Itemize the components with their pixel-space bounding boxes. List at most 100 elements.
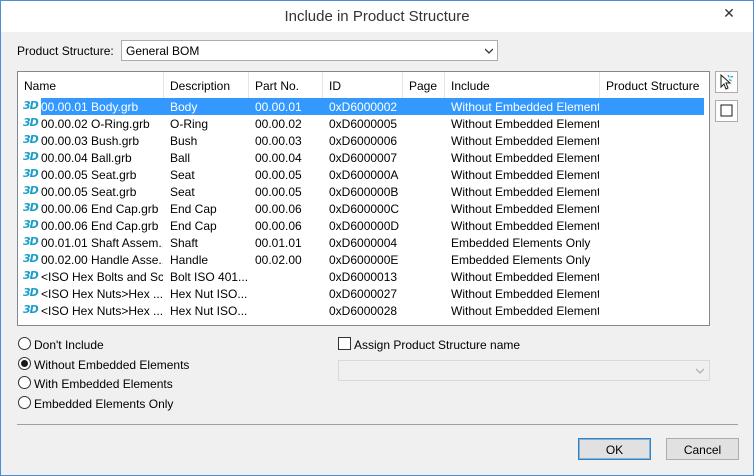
table-row[interactable]: 3D <ISO Hex Nuts>Hex ... Hex Nut ISO... 0xD… (18, 302, 704, 319)
title-bar: Include in Product Structure ✕ (1, 1, 753, 32)
cell-page (409, 200, 443, 217)
cell-product-structure (606, 234, 706, 251)
cell-name: 00.00.04 Ball.grb (41, 151, 132, 165)
cell-include: Without Embedded Elements (451, 168, 599, 182)
table-header: Name Description Part No. ID Page Includ… (18, 72, 709, 98)
include-option-radio[interactable] (18, 337, 31, 350)
cell-include: Without Embedded Elements (451, 202, 599, 216)
cell-page (409, 268, 443, 285)
select-element-button[interactable] (715, 71, 738, 93)
cell-product-structure (606, 149, 706, 166)
cell-include: Without Embedded Elements (451, 100, 599, 114)
cell-part-no: 00.00.06 (255, 219, 302, 233)
cell-product-structure (606, 251, 706, 268)
table-row[interactable]: 3D 00.00.04 Ball.grb Ball 00.00.04 0xD600000… (18, 149, 704, 166)
column-header-part-no[interactable]: Part No. (249, 72, 323, 98)
cell-name: 00.02.00 Handle Asse... (41, 253, 163, 267)
cell-id: 0xD6000007 (329, 151, 398, 165)
cell-name: 00.00.06 End Cap.grb (41, 219, 159, 233)
table-row[interactable]: 3D 00.00.06 End Cap.grb End Cap 00.00.06 0xD… (18, 217, 704, 234)
table-row[interactable]: 3D 00.00.02 O-Ring.grb O-Ring 00.00.02 0xD60… (18, 115, 704, 132)
table-row[interactable]: 3D <ISO Hex Nuts>Hex ... Hex Nut ISO... 0xD… (18, 285, 704, 302)
cell-part-no: 00.01.01 (255, 236, 302, 250)
part-3d-icon: 3D (23, 184, 39, 197)
close-button[interactable]: ✕ (715, 3, 743, 23)
cell-description: End Cap (170, 219, 217, 233)
cell-page (409, 132, 443, 149)
cell-name: <ISO Hex Bolts and Sc... (41, 270, 163, 284)
table-row[interactable]: 3D 00.00.06 End Cap.grb End Cap 00.00.06 0xD… (18, 200, 704, 217)
part-3d-icon: 3D (23, 218, 39, 231)
column-header-description[interactable]: Description (164, 72, 249, 98)
dialog-window: Include in Product Structure ✕ Product S… (0, 0, 754, 476)
cell-part-no (255, 268, 321, 285)
column-header-product-structure[interactable]: Product Structure (600, 72, 709, 98)
cell-description: Bolt ISO 401... (170, 270, 248, 284)
cell-id: 0xD6000013 (329, 270, 398, 284)
chevron-down-icon (485, 48, 493, 54)
cell-name: 00.00.02 O-Ring.grb (41, 117, 150, 131)
part-3d-icon: 3D (23, 269, 39, 282)
table-row[interactable]: 3D <ISO Hex Bolts and Sc... Bolt ISO 401..… (18, 268, 704, 285)
cell-product-structure (606, 268, 706, 285)
include-option-label[interactable]: With Embedded Elements (34, 377, 173, 391)
cell-id: 0xD6000027 (329, 287, 398, 301)
cell-description: End Cap (170, 202, 217, 216)
assign-name-label[interactable]: Assign Product Structure name (354, 338, 520, 352)
cell-include: Without Embedded Elements (451, 134, 599, 148)
cell-name: 00.00.06 End Cap.grb (41, 202, 159, 216)
cell-id: 0xD6000002 (329, 100, 398, 114)
cell-part-no: 00.00.04 (255, 151, 302, 165)
cell-product-structure (606, 98, 706, 115)
divider (17, 424, 738, 425)
table-row[interactable]: 3D 00.00.05 Seat.grb Seat 00.00.05 0xD600000… (18, 166, 704, 183)
part-3d-icon: 3D (23, 150, 39, 163)
table-row[interactable]: 3D 00.00.01 Body.grb Body 00.00.01 0xD600000… (18, 98, 704, 115)
part-3d-icon: 3D (23, 286, 39, 299)
cell-product-structure (606, 217, 706, 234)
cancel-button[interactable]: Cancel (666, 438, 739, 460)
column-header-page[interactable]: Page (403, 72, 445, 98)
elements-table[interactable]: Name Description Part No. ID Page Includ… (17, 71, 710, 326)
cell-page (409, 217, 443, 234)
cell-include: Without Embedded Elements (451, 151, 599, 165)
cell-description: Shaft (170, 236, 199, 250)
cell-part-no: 00.00.02 (255, 117, 302, 131)
ok-button[interactable]: OK (578, 438, 651, 460)
table-row[interactable]: 3D 00.02.00 Handle Asse... Handle 00.02.00 0… (18, 251, 704, 268)
cell-include: Without Embedded Elements (451, 304, 599, 318)
cell-id: 0xD6000028 (329, 304, 398, 318)
table-row[interactable]: 3D 00.01.01 Shaft Assem... Shaft 00.01.01 0x… (18, 234, 704, 251)
cell-id: 0xD600000C (329, 202, 400, 216)
column-header-id[interactable]: ID (323, 72, 403, 98)
product-structure-select[interactable]: General BOM (121, 40, 498, 61)
include-option-label[interactable]: Without Embedded Elements (34, 358, 189, 372)
select-all-button[interactable] (715, 100, 738, 122)
include-option-radio[interactable] (18, 395, 31, 409)
include-option-radio[interactable] (18, 356, 31, 370)
include-option-radio[interactable] (18, 376, 31, 389)
part-3d-icon: 3D (23, 99, 39, 112)
product-structure-value: General BOM (126, 44, 200, 58)
cell-product-structure (606, 285, 706, 302)
part-3d-icon: 3D (23, 167, 39, 180)
cell-page (409, 149, 443, 166)
cell-include: Embedded Elements Only (451, 253, 591, 267)
cell-description: Seat (170, 168, 195, 182)
cell-include: Without Embedded Elements (451, 287, 599, 301)
cell-id: 0xD600000D (329, 219, 400, 233)
include-option-label[interactable]: Don't Include (34, 338, 104, 352)
table-row[interactable]: 3D 00.00.03 Bush.grb Bush 00.00.03 0xD600000… (18, 132, 704, 149)
square-icon (720, 104, 733, 117)
cell-product-structure (606, 183, 706, 200)
cell-description: Bush (170, 134, 198, 148)
product-structure-name-select[interactable] (338, 360, 710, 381)
column-header-include[interactable]: Include (445, 72, 600, 98)
cell-part-no: 00.00.03 (255, 134, 302, 148)
cell-include: Without Embedded Elements (451, 117, 599, 131)
column-header-name[interactable]: Name (18, 72, 164, 98)
include-option-label[interactable]: Embedded Elements Only (34, 397, 173, 411)
table-row[interactable]: 3D 00.00.05 Seat.grb Seat 00.00.05 0xD600000… (18, 183, 704, 200)
assign-name-checkbox[interactable] (338, 337, 351, 350)
cell-page (409, 285, 443, 302)
